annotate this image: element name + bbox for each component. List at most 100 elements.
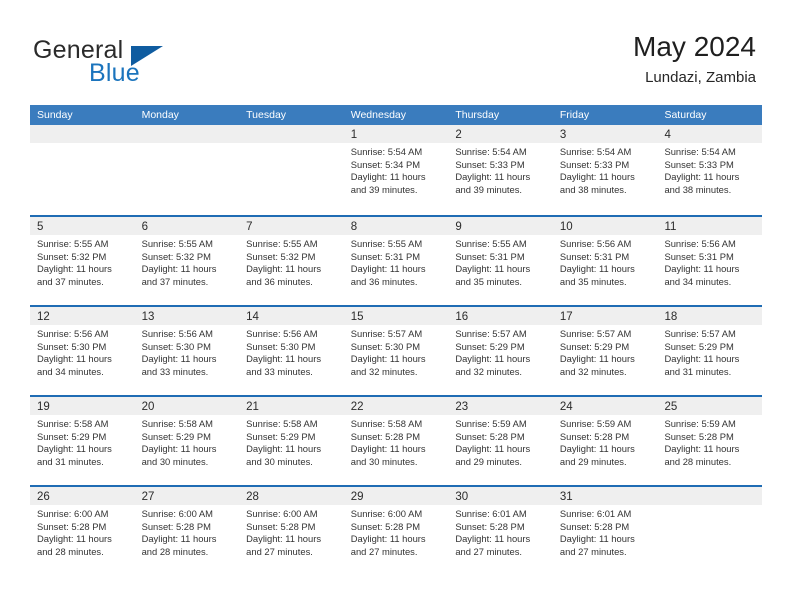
calendar-day-cell[interactable]: 19 Sunrise: 5:58 AM Sunset: 5:29 PM Dayligh… [30, 397, 135, 485]
day-number: 19 [37, 401, 50, 413]
day-number-band: 24 [552, 397, 658, 415]
day-detail-line: Daylight: 11 hours [350, 171, 426, 183]
calendar-day-cell[interactable]: 10 Sunrise: 5:56 AM Sunset: 5:31 PM Dayligh… [552, 217, 658, 305]
calendar-day-cell[interactable]: 11 Sunrise: 5:56 AM Sunset: 5:31 PM Dayligh… [657, 217, 763, 305]
calendar-weeks: 1 Sunrise: 5:54 AM Sunset: 5:34 PM Daylight… [30, 125, 763, 575]
day-number-band: 31 [552, 487, 658, 505]
day-detail-line: Daylight: 11 hours [455, 353, 531, 365]
calendar-day-cell[interactable]: 4 Sunrise: 5:54 AM Sunset: 5:33 PM Daylight… [657, 125, 763, 215]
day-detail-line: Sunrise: 5:55 AM [455, 238, 527, 249]
day-detail-line: and 34 minutes. [664, 275, 732, 287]
day-details: Sunrise: 5:58 AM Sunset: 5:28 PM Daylight:… [344, 415, 449, 468]
day-detail-line: Sunset: 5:29 PM [559, 340, 630, 352]
calendar-day-cell[interactable]: 27 Sunrise: 6:00 AM Sunset: 5:28 PM Dayligh… [134, 487, 240, 575]
weekday-header-tuesday: Tuesday [246, 109, 287, 121]
calendar-day-cell[interactable]: 18 Sunrise: 5:57 AM Sunset: 5:29 PM Dayligh… [657, 307, 763, 395]
day-number: 28 [246, 491, 259, 503]
day-number-band: 1 [343, 125, 449, 143]
day-detail-line: Sunrise: 5:57 AM [559, 328, 632, 339]
day-details: Sunrise: 5:54 AM Sunset: 5:33 PM Daylight:… [448, 143, 553, 196]
day-details: Sunrise: 5:58 AM Sunset: 5:29 PM Daylight:… [239, 415, 344, 468]
calendar-day-cell[interactable]: 24 Sunrise: 5:59 AM Sunset: 5:28 PM Dayligh… [552, 397, 658, 485]
calendar-day-cell[interactable]: 23 Sunrise: 5:59 AM Sunset: 5:28 PM Dayligh… [448, 397, 553, 485]
day-detail-line: Sunset: 5:30 PM [141, 340, 211, 352]
calendar-week-row: 26 Sunrise: 6:00 AM Sunset: 5:28 PM Dayligh… [30, 485, 763, 575]
day-details: Sunrise: 5:57 AM Sunset: 5:29 PM Daylight:… [553, 325, 658, 378]
day-number-band: 22 [343, 397, 449, 415]
general-blue-logo[interactable]: General Blue [33, 36, 223, 88]
day-number-band: 25 [657, 397, 763, 415]
day-detail-line: and 28 minutes. [664, 455, 732, 467]
day-detail-line: Daylight: 11 hours [559, 443, 635, 455]
day-detail-line: and 30 minutes. [141, 455, 209, 467]
day-detail-line: and 30 minutes. [246, 455, 313, 467]
calendar-day-cell[interactable]: 1 Sunrise: 5:54 AM Sunset: 5:34 PM Daylight… [343, 125, 449, 215]
day-detail-line: Sunrise: 5:56 AM [664, 238, 736, 249]
day-number: 27 [141, 491, 155, 503]
day-detail-line: Daylight: 11 hours [141, 263, 217, 275]
calendar-day-cell[interactable]: 20 Sunrise: 5:58 AM Sunset: 5:29 PM Dayligh… [134, 397, 240, 485]
day-number-band: 23 [448, 397, 553, 415]
calendar-day-cell[interactable]: 26 Sunrise: 6:00 AM Sunset: 5:28 PM Dayligh… [30, 487, 135, 575]
calendar-page: General Blue May 2024 Lundazi, Zambia Su… [0, 0, 792, 612]
calendar-day-cell[interactable]: 31 Sunrise: 6:01 AM Sunset: 5:28 PM Dayligh… [552, 487, 658, 575]
weekday-header-thursday: Thursday [455, 109, 500, 121]
day-number-band: 13 [134, 307, 240, 325]
day-number: 9 [455, 221, 462, 233]
calendar-week-row: 1 Sunrise: 5:54 AM Sunset: 5:34 PM Daylight… [30, 125, 763, 215]
calendar-day-cell[interactable]: 9 Sunrise: 5:55 AM Sunset: 5:31 PM Daylight… [448, 217, 553, 305]
day-number-band [657, 487, 763, 505]
calendar-day-cell[interactable]: 15 Sunrise: 5:57 AM Sunset: 5:30 PM Dayligh… [343, 307, 449, 395]
day-detail-line: Daylight: 11 hours [559, 533, 635, 545]
calendar-day-cell[interactable]: 30 Sunrise: 6:01 AM Sunset: 5:28 PM Dayligh… [448, 487, 553, 575]
day-detail-line: and 32 minutes. [455, 365, 523, 377]
day-details: Sunrise: 5:56 AM Sunset: 5:31 PM Daylight:… [657, 235, 762, 288]
calendar-day-cell[interactable]: 7 Sunrise: 5:55 AM Sunset: 5:32 PM Daylight… [239, 217, 344, 305]
day-details: Sunrise: 6:00 AM Sunset: 5:28 PM Daylight:… [344, 505, 449, 558]
day-detail-line: and 29 minutes. [455, 455, 523, 467]
day-detail-line: Sunset: 5:30 PM [246, 340, 316, 352]
day-detail-line: and 33 minutes. [141, 365, 209, 377]
day-detail-line: Sunrise: 5:58 AM [246, 418, 318, 429]
calendar-day-cell[interactable]: 25 Sunrise: 5:59 AM Sunset: 5:28 PM Dayligh… [657, 397, 763, 485]
day-detail-line: Sunset: 5:30 PM [350, 340, 421, 352]
calendar-day-cell[interactable]: 12 Sunrise: 5:56 AM Sunset: 5:30 PM Dayligh… [30, 307, 135, 395]
calendar-day-cell[interactable]: 6 Sunrise: 5:55 AM Sunset: 5:32 PM Daylight… [134, 217, 240, 305]
day-detail-line: and 28 minutes. [37, 545, 104, 557]
calendar-day-cell[interactable]: 14 Sunrise: 5:56 AM Sunset: 5:30 PM Dayligh… [239, 307, 344, 395]
calendar-day-cell[interactable]: 2 Sunrise: 5:54 AM Sunset: 5:33 PM Daylight… [448, 125, 553, 215]
day-number-band: 6 [134, 217, 240, 235]
calendar-day-cell[interactable]: 13 Sunrise: 5:56 AM Sunset: 5:30 PM Dayligh… [134, 307, 240, 395]
day-detail-line: and 29 minutes. [559, 455, 627, 467]
day-detail-line: and 27 minutes. [350, 545, 418, 557]
day-detail-line: Daylight: 11 hours [455, 263, 531, 275]
day-detail-line: and 28 minutes. [141, 545, 209, 557]
day-detail-line: Daylight: 11 hours [664, 171, 740, 183]
calendar-day-cell[interactable]: 5 Sunrise: 5:55 AM Sunset: 5:32 PM Daylight… [30, 217, 135, 305]
day-details: Sunrise: 6:01 AM Sunset: 5:28 PM Daylight:… [448, 505, 553, 558]
calendar-day-cell[interactable]: 17 Sunrise: 5:57 AM Sunset: 5:29 PM Dayligh… [552, 307, 658, 395]
day-details: Sunrise: 5:55 AM Sunset: 5:32 PM Daylight:… [239, 235, 344, 288]
weekday-header-wednesday: Wednesday [350, 109, 406, 121]
day-details: Sunrise: 5:55 AM Sunset: 5:32 PM Daylight:… [30, 235, 135, 288]
day-number-band: 27 [134, 487, 240, 505]
calendar-day-cell[interactable]: 8 Sunrise: 5:55 AM Sunset: 5:31 PM Daylight… [343, 217, 449, 305]
day-detail-line: and 35 minutes. [559, 275, 627, 287]
day-number: 22 [350, 401, 364, 413]
calendar-day-cell[interactable]: 21 Sunrise: 5:58 AM Sunset: 5:29 PM Dayligh… [239, 397, 344, 485]
page-subtitle-location: Lundazi, Zambia [645, 69, 756, 86]
day-number: 30 [455, 491, 469, 503]
day-detail-line: Sunset: 5:31 PM [350, 250, 421, 262]
calendar-day-cell[interactable]: 28 Sunrise: 6:00 AM Sunset: 5:28 PM Dayligh… [239, 487, 344, 575]
day-detail-line: Daylight: 11 hours [246, 443, 322, 455]
day-detail-line: Sunset: 5:28 PM [37, 520, 107, 532]
day-detail-line: Sunrise: 5:58 AM [350, 418, 423, 429]
day-detail-line: Sunrise: 6:01 AM [455, 508, 527, 519]
calendar-day-cell[interactable]: 22 Sunrise: 5:58 AM Sunset: 5:28 PM Dayligh… [343, 397, 449, 485]
calendar-grid: Sunday Monday Tuesday Wednesday Thursday Frid… [30, 105, 763, 575]
calendar-day-cell[interactable]: 29 Sunrise: 6:00 AM Sunset: 5:28 PM Dayligh… [343, 487, 449, 575]
calendar-day-cell[interactable]: 16 Sunrise: 5:57 AM Sunset: 5:29 PM Dayligh… [448, 307, 553, 395]
day-details: Sunrise: 6:01 AM Sunset: 5:28 PM Daylight:… [553, 505, 658, 558]
calendar-day-cell[interactable]: 3 Sunrise: 5:54 AM Sunset: 5:33 PM Daylight… [552, 125, 658, 215]
day-details: Sunrise: 5:56 AM Sunset: 5:30 PM Daylight:… [135, 325, 240, 378]
